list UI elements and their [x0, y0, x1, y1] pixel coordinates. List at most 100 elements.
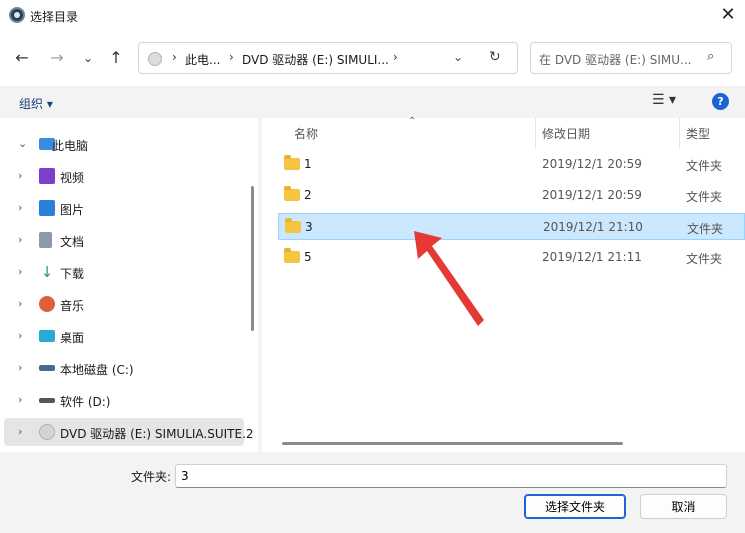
drive-c-icon	[39, 365, 55, 371]
search-icon[interactable]: ⌕	[707, 49, 714, 64]
cancel-button[interactable]: 取消	[640, 494, 727, 519]
tree-scrollbar[interactable]	[251, 186, 254, 331]
drive-d-icon	[39, 398, 55, 403]
expand-chevron-icon[interactable]: ›	[18, 361, 22, 374]
file-type: 文件夹	[686, 159, 723, 173]
file-name: 1	[304, 157, 312, 171]
folder-field-label: 文件夹:	[131, 470, 172, 484]
tree-item-pictures[interactable]: › 图片	[0, 194, 244, 222]
refresh-icon[interactable]: ↻	[489, 49, 501, 65]
window-title: 选择目录	[30, 10, 79, 24]
column-header-name[interactable]: 名称	[294, 125, 318, 142]
tree-item-label: DVD 驱动器 (E:) SIMULIA.SUITE.2	[60, 427, 254, 441]
navigation-bar: ← → ⌄ ↑ › 此电... › DVD 驱动器 (E:) SIMULI...…	[0, 32, 745, 86]
folder-icon	[284, 155, 300, 170]
tree-item-drive-c[interactable]: › 本地磁盘 (C:)	[0, 354, 244, 382]
documents-icon	[39, 232, 52, 248]
file-type: 文件夹	[686, 252, 723, 266]
expand-chevron-icon[interactable]: ›	[18, 233, 22, 246]
tree-item-downloads[interactable]: › ↓ 下载	[0, 258, 244, 286]
file-date: 2019/12/1 21:11	[542, 250, 642, 264]
tree-item-label: 桌面	[60, 331, 85, 345]
search-box[interactable]: 在 DVD 驱动器 (E:) SIMU... ⌕	[530, 42, 732, 74]
folder-name-input[interactable]	[175, 464, 727, 488]
view-options-icon[interactable]: ☰ ▾	[652, 92, 676, 108]
tree-item-label: 此电脑	[52, 139, 89, 153]
sort-ascending-icon: ⌃	[408, 116, 417, 127]
dvd-disc-icon	[148, 52, 162, 66]
tree-item-label: 图片	[60, 203, 85, 217]
column-header-modified[interactable]: 修改日期	[542, 125, 590, 142]
tree-item-music[interactable]: › 音乐	[0, 290, 244, 318]
address-dropdown-icon[interactable]: ⌄	[453, 50, 463, 64]
expand-chevron-icon[interactable]: ›	[18, 201, 22, 214]
tree-item-label: 软件 (D:)	[60, 395, 111, 409]
tree-item-this-pc[interactable]: ⌄ 此电脑	[0, 130, 244, 158]
back-arrow-icon[interactable]: ←	[12, 48, 32, 68]
tree-item-drive-d[interactable]: › 软件 (D:)	[0, 386, 244, 414]
tree-item-label: 视频	[60, 171, 85, 185]
file-date: 2019/12/1 20:59	[542, 188, 642, 202]
navigation-tree: ⌄ 此电脑 › 视频 › 图片 › 文档 › ↓ 下载 › 音乐 › 桌面 › …	[0, 118, 258, 452]
pictures-icon	[39, 200, 55, 216]
file-row-2[interactable]: 2 2019/12/1 20:59 文件夹	[278, 182, 745, 209]
desktop-icon	[39, 330, 55, 342]
column-divider[interactable]	[679, 118, 680, 148]
tree-item-label: 下载	[60, 267, 85, 281]
close-icon[interactable]: ✕	[714, 3, 742, 27]
breadcrumb-separator[interactable]: ›	[393, 50, 398, 64]
recent-locations-chevron-icon[interactable]: ⌄	[78, 48, 98, 68]
file-list-scrollbar[interactable]	[282, 442, 623, 445]
video-icon	[39, 168, 55, 184]
up-arrow-icon[interactable]: ↑	[106, 48, 126, 68]
app-icon	[9, 7, 25, 23]
download-icon: ↓	[40, 263, 54, 281]
tree-item-label: 音乐	[60, 299, 85, 313]
column-header-type[interactable]: 类型	[686, 125, 710, 142]
file-row-5[interactable]: 5 2019/12/1 21:11 文件夹	[278, 244, 745, 271]
collapse-chevron-icon[interactable]: ⌄	[18, 137, 27, 150]
breadcrumb-this-pc[interactable]: 此电...	[185, 51, 220, 68]
expand-chevron-icon[interactable]: ›	[18, 265, 22, 278]
select-directory-dialog: 选择目录 ✕ ← → ⌄ ↑ › 此电... › DVD 驱动器 (E:) SI…	[0, 0, 745, 533]
file-row-1[interactable]: 1 2019/12/1 20:59 文件夹	[278, 151, 745, 178]
command-toolbar: 组织 ▾ ☰ ▾ ?	[0, 86, 745, 118]
title-bar: 选择目录 ✕	[0, 0, 745, 32]
file-list: ⌃ 名称 修改日期 类型 1 2019/12/1 20:59 文件夹 2 201…	[262, 116, 745, 452]
breadcrumb-dvd-drive[interactable]: DVD 驱动器 (E:) SIMULI...	[242, 51, 389, 68]
forward-arrow-icon[interactable]: →	[47, 48, 67, 68]
tree-item-label: 本地磁盘 (C:)	[60, 363, 134, 377]
dialog-footer: 文件夹: 选择文件夹 取消	[0, 452, 745, 533]
organize-menu-button[interactable]: 组织 ▾	[19, 95, 53, 112]
folder-icon	[285, 218, 301, 233]
expand-chevron-icon[interactable]: ›	[18, 297, 22, 310]
address-bar[interactable]: › 此电... › DVD 驱动器 (E:) SIMULI... › ⌄ ↻	[138, 42, 518, 74]
column-divider[interactable]	[535, 118, 536, 148]
tree-item-dvd-drive[interactable]: › DVD 驱动器 (E:) SIMULIA.SUITE.2	[4, 418, 254, 446]
help-icon[interactable]: ?	[712, 93, 729, 110]
music-icon	[39, 296, 55, 312]
select-folder-button[interactable]: 选择文件夹	[524, 494, 626, 519]
expand-chevron-icon[interactable]: ›	[18, 329, 22, 342]
file-date: 2019/12/1 21:10	[543, 220, 643, 234]
folder-icon	[284, 186, 300, 201]
breadcrumb-separator[interactable]: ›	[172, 50, 177, 64]
search-placeholder: 在 DVD 驱动器 (E:) SIMU...	[539, 53, 692, 67]
tree-item-label: 文档	[60, 235, 85, 249]
expand-chevron-icon[interactable]: ›	[18, 425, 22, 438]
expand-chevron-icon[interactable]: ›	[18, 393, 22, 406]
file-row-3[interactable]: 3 2019/12/1 21:10 文件夹	[278, 213, 745, 240]
tree-item-documents[interactable]: › 文档	[0, 226, 244, 254]
tree-item-videos[interactable]: › 视频	[0, 162, 244, 190]
expand-chevron-icon[interactable]: ›	[18, 169, 22, 182]
breadcrumb-separator[interactable]: ›	[229, 50, 234, 64]
folder-icon	[284, 248, 300, 263]
dvd-drive-icon	[39, 424, 55, 440]
file-type: 文件夹	[686, 190, 723, 204]
tree-item-desktop[interactable]: › 桌面	[0, 322, 244, 350]
file-name: 2	[304, 188, 312, 202]
file-type: 文件夹	[687, 222, 724, 236]
file-date: 2019/12/1 20:59	[542, 157, 642, 171]
file-name: 3	[305, 220, 313, 234]
file-name: 5	[304, 250, 312, 264]
